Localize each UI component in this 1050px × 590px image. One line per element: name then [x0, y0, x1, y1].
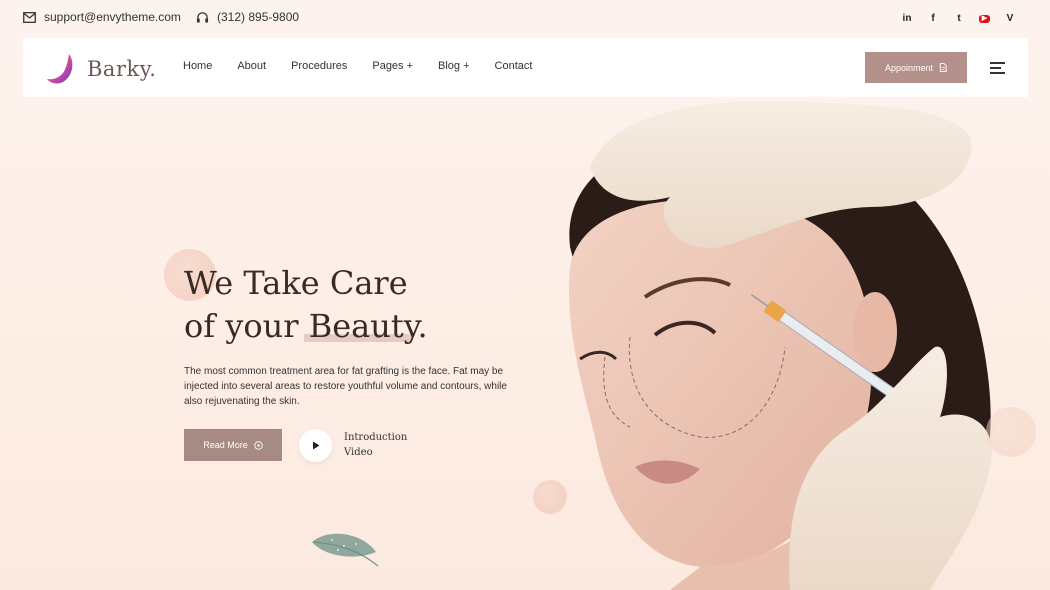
leaf-icon — [312, 533, 379, 567]
nav-item-procedures[interactable]: Procedures — [291, 60, 347, 72]
email-text: support@envytheme.com — [44, 10, 181, 24]
youtube-icon[interactable]: ▶ — [979, 14, 990, 23]
logo[interactable]: Barky. — [45, 52, 156, 86]
hamburger-menu-icon[interactable] — [990, 62, 1005, 74]
twitter-icon[interactable]: t — [953, 12, 965, 25]
email-contact[interactable]: support@envytheme.com — [23, 10, 181, 24]
appointment-button[interactable]: Appoinment — [865, 52, 967, 83]
logo-icon — [47, 54, 73, 84]
appointment-label: Appoinment — [884, 62, 934, 73]
hero-title-line2: of your Beauty. — [184, 307, 428, 345]
play-video-button[interactable] — [299, 429, 332, 462]
vimeo-icon[interactable]: V — [1004, 12, 1016, 25]
hero-title: We Take Care of your Beauty. — [184, 262, 524, 348]
top-bar: support@envytheme.com (312) 895-9800 in … — [0, 0, 1050, 38]
hero-description: The most common treatment area for fat g… — [184, 366, 507, 407]
arrow-circle-icon — [254, 440, 263, 450]
main-menu: Home About Procedures Pages + Blog + Con… — [183, 60, 557, 72]
nav-item-contact[interactable]: Contact — [495, 60, 533, 72]
facebook-icon[interactable]: f — [927, 12, 939, 25]
intro-video-label[interactable]: Introduction Video — [344, 430, 407, 460]
nav-item-about[interactable]: About — [237, 60, 266, 72]
hero-title-line1: We Take Care — [184, 264, 408, 302]
play-icon — [312, 441, 319, 450]
navbar: Barky. Home About Procedures Pages + Blo… — [23, 38, 1028, 97]
decorative-circle — [986, 407, 1036, 457]
read-more-button[interactable]: Read More — [184, 429, 282, 461]
envelope-icon — [23, 11, 36, 23]
nav-item-pages[interactable]: Pages + — [372, 60, 413, 72]
read-more-label: Read More — [203, 440, 248, 450]
hero-content: We Take Care of your Beauty. The most co… — [184, 262, 524, 409]
nav-item-blog[interactable]: Blog + — [438, 60, 470, 72]
phone-contact[interactable]: (312) 895-9800 — [196, 10, 299, 24]
linkedin-icon[interactable]: in — [901, 12, 913, 25]
intro-video-line1: Introduction — [344, 432, 408, 443]
intro-video-line2: Video — [344, 447, 373, 458]
document-icon — [939, 63, 947, 72]
headphones-icon — [196, 11, 209, 23]
logo-text: Barky. — [87, 57, 157, 81]
hero-image — [550, 97, 1050, 590]
nav-item-home[interactable]: Home — [183, 60, 212, 72]
phone-text: (312) 895-9800 — [217, 10, 300, 24]
social-links: in f t ▶ V — [901, 12, 1016, 25]
